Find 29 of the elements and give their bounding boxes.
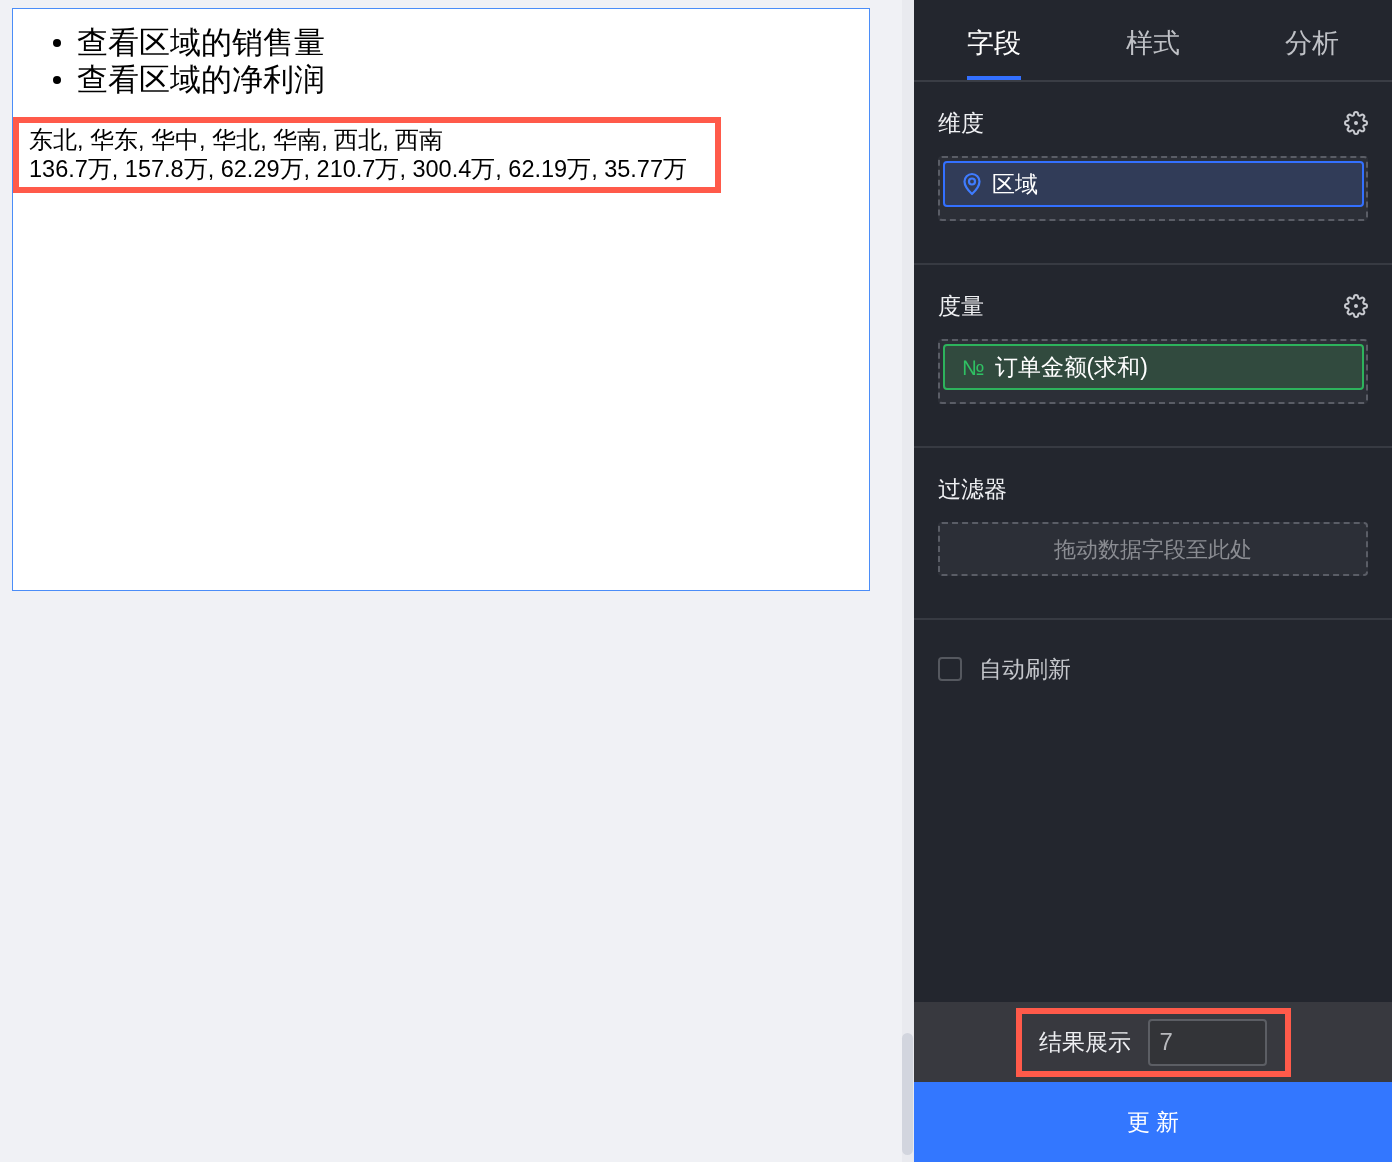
result-text: 东北, 华东, 华中, 华北, 华南, 西北, 西南 xyxy=(29,126,444,155)
result-display-label: 结果展示 xyxy=(1038,1027,1131,1057)
checkbox-label[interactable]: 自动刷新 xyxy=(979,653,1071,685)
tab[interactable]: 字段 xyxy=(966,0,1021,80)
section-title: 维度 xyxy=(938,108,984,138)
filter-drop-zone[interactable]: 拖动数据字段至此处 xyxy=(938,522,1368,576)
checkbox[interactable] xyxy=(938,657,962,681)
drop-zone[interactable]: № 订单金额(求和) xyxy=(938,339,1368,404)
field-label: 区域 xyxy=(992,169,1038,199)
bullet-text: 查看区域的净利润 xyxy=(77,61,325,98)
settings-icon[interactable] xyxy=(1344,111,1368,135)
dimension-field[interactable]: 区域 xyxy=(943,161,1364,207)
section-title: 过滤器 xyxy=(938,474,1007,504)
tab[interactable]: 样式 xyxy=(1126,0,1180,80)
number-type-icon: № xyxy=(962,356,985,378)
bullet-icon xyxy=(53,38,61,47)
field-label: 订单金额(求和) xyxy=(994,352,1148,382)
settings-icon[interactable] xyxy=(1344,294,1368,318)
result-count-field[interactable]: 7 xyxy=(1147,1018,1267,1066)
scrollbar-thumb[interactable] xyxy=(902,1033,913,1155)
drop-zone[interactable]: 区域 xyxy=(938,156,1368,221)
bullet-text: 查看区域的销售量 xyxy=(77,24,325,61)
measure-field[interactable]: № 订单金额(求和) xyxy=(943,344,1364,390)
result-text: 136.7万, 157.8万, 62.29万, 210.7万, 300.4万, 62.19万, 35.77万 xyxy=(29,155,687,184)
bullet-icon xyxy=(53,75,61,84)
tab[interactable]: 分析 xyxy=(1285,0,1340,80)
update-button[interactable]: 更 新 xyxy=(914,1082,1392,1162)
section-title: 度量 xyxy=(938,291,984,321)
location-pin-icon xyxy=(962,172,982,196)
